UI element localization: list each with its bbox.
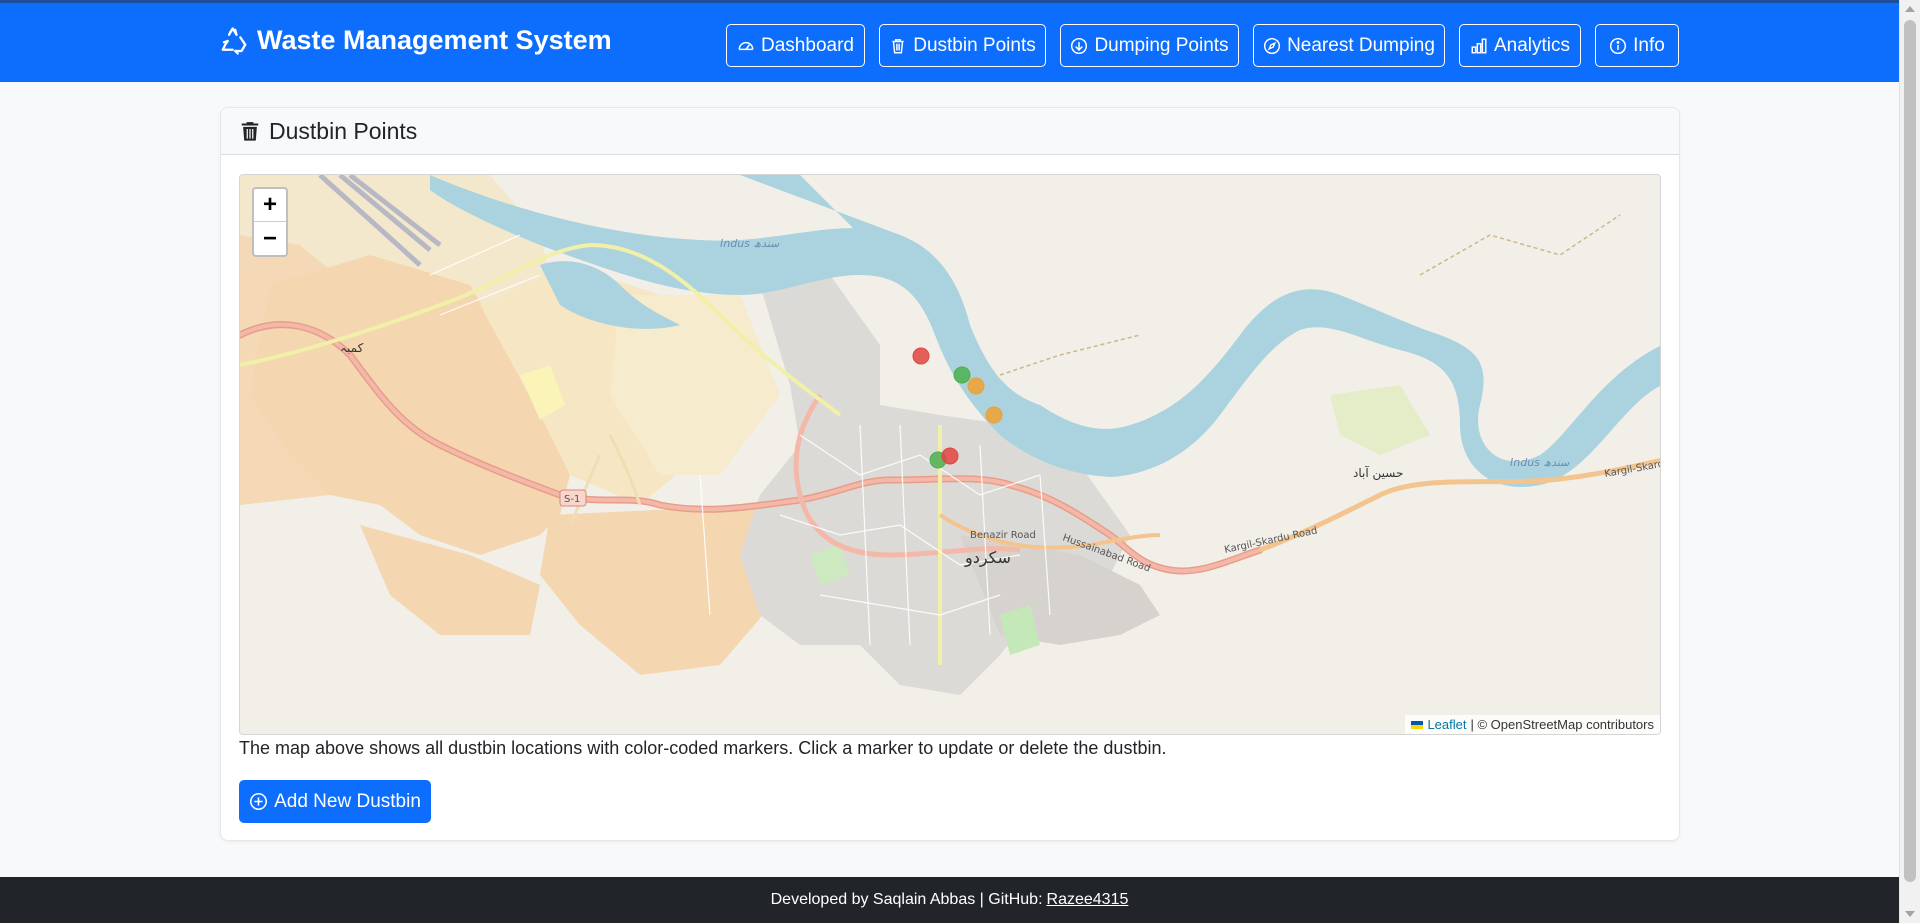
compass-icon bbox=[1264, 37, 1281, 54]
nav-dustbin-points-button[interactable]: Dustbin Points bbox=[879, 24, 1046, 67]
nav-dumping-points-label: Dumping Points bbox=[1094, 34, 1229, 56]
add-dustbin-label: Add New Dustbin bbox=[274, 790, 421, 812]
nav-analytics-label: Analytics bbox=[1493, 34, 1571, 56]
map-tiles[interactable]: Indus سندھ Indus سندھ سکردو کمبہ حسین آب… bbox=[240, 175, 1661, 735]
zoom-out-button[interactable]: − bbox=[254, 222, 286, 255]
village-label-west: کمبہ bbox=[340, 341, 364, 355]
plus-circle-icon bbox=[250, 793, 268, 810]
zoom-in-button[interactable]: + bbox=[254, 189, 286, 222]
speedometer-icon bbox=[738, 41, 754, 50]
footer: Developed by Saqlain Abbas | GitHub: Raz… bbox=[0, 877, 1899, 923]
bar-chart-icon bbox=[1471, 38, 1487, 53]
arrow-down-circle-icon bbox=[1071, 37, 1088, 54]
footer-text: Developed by Saqlain Abbas | GitHub: bbox=[770, 891, 1043, 908]
dustbin-marker-red[interactable] bbox=[912, 347, 930, 365]
trash-icon bbox=[241, 122, 259, 141]
scroll-down-arrow-icon[interactable] bbox=[1905, 911, 1915, 917]
nav-nearest-dumping-label: Nearest Dumping bbox=[1287, 34, 1435, 56]
dustbin-marker-green[interactable] bbox=[953, 366, 971, 384]
nav-dashboard-label: Dashboard bbox=[761, 34, 854, 56]
dustbin-points-card: Dustbin Points Indus سندھ Indus سندھ سکر… bbox=[220, 107, 1680, 841]
ukraine-flag-icon bbox=[1411, 720, 1424, 729]
nav-dustbin-points-label: Dustbin Points bbox=[913, 34, 1036, 56]
info-circle-icon bbox=[1610, 37, 1627, 54]
map-attribution: Leaflet | © OpenStreetMap contributors bbox=[1405, 715, 1660, 734]
road-label-benazir: Benazir Road bbox=[970, 530, 1036, 541]
trash-icon bbox=[892, 38, 904, 53]
dustbin-marker-orange[interactable] bbox=[967, 377, 985, 395]
city-label: سکردو bbox=[964, 548, 1011, 568]
dustbin-marker-orange[interactable] bbox=[985, 406, 1003, 424]
river-label-west: Indus سندھ bbox=[720, 237, 780, 250]
recycle-icon bbox=[221, 26, 247, 55]
brand[interactable]: Waste Management System bbox=[219, 25, 612, 56]
nav-analytics-button[interactable]: Analytics bbox=[1459, 24, 1581, 67]
nav-dumping-points-button[interactable]: Dumping Points bbox=[1060, 24, 1239, 67]
navbar: Waste Management System Dashboard Dustbi… bbox=[0, 0, 1899, 82]
zoom-control: + − bbox=[252, 187, 288, 257]
card-header: Dustbin Points bbox=[221, 108, 1679, 155]
dustbin-marker-red[interactable] bbox=[941, 447, 959, 465]
add-dustbin-button[interactable]: Add New Dustbin bbox=[239, 780, 431, 823]
road-label-s1: S-1 bbox=[564, 494, 580, 505]
nav-info-label: Info bbox=[1633, 34, 1665, 56]
scrollbar[interactable] bbox=[1899, 0, 1920, 923]
scroll-thumb[interactable] bbox=[1904, 20, 1916, 882]
leaflet-link[interactable]: Leaflet bbox=[1427, 717, 1466, 732]
river-label-east: Indus سندھ bbox=[1510, 456, 1570, 469]
nav-nearest-dumping-button[interactable]: Nearest Dumping bbox=[1253, 24, 1445, 67]
github-link[interactable]: Razee4315 bbox=[1047, 891, 1129, 909]
nav-dashboard-button[interactable]: Dashboard bbox=[726, 24, 865, 67]
nav-info-button[interactable]: Info bbox=[1595, 24, 1679, 67]
map[interactable]: Indus سندھ Indus سندھ سکردو کمبہ حسین آب… bbox=[239, 174, 1661, 735]
osm-attribution: | © OpenStreetMap contributors bbox=[1470, 717, 1655, 732]
brand-title: Waste Management System bbox=[257, 25, 612, 55]
scroll-up-arrow-icon[interactable] bbox=[1905, 6, 1915, 12]
map-description: The map above shows all dustbin location… bbox=[239, 738, 1167, 758]
card-title: Dustbin Points bbox=[269, 117, 418, 144]
village-label-east: حسین آباد bbox=[1353, 465, 1403, 481]
